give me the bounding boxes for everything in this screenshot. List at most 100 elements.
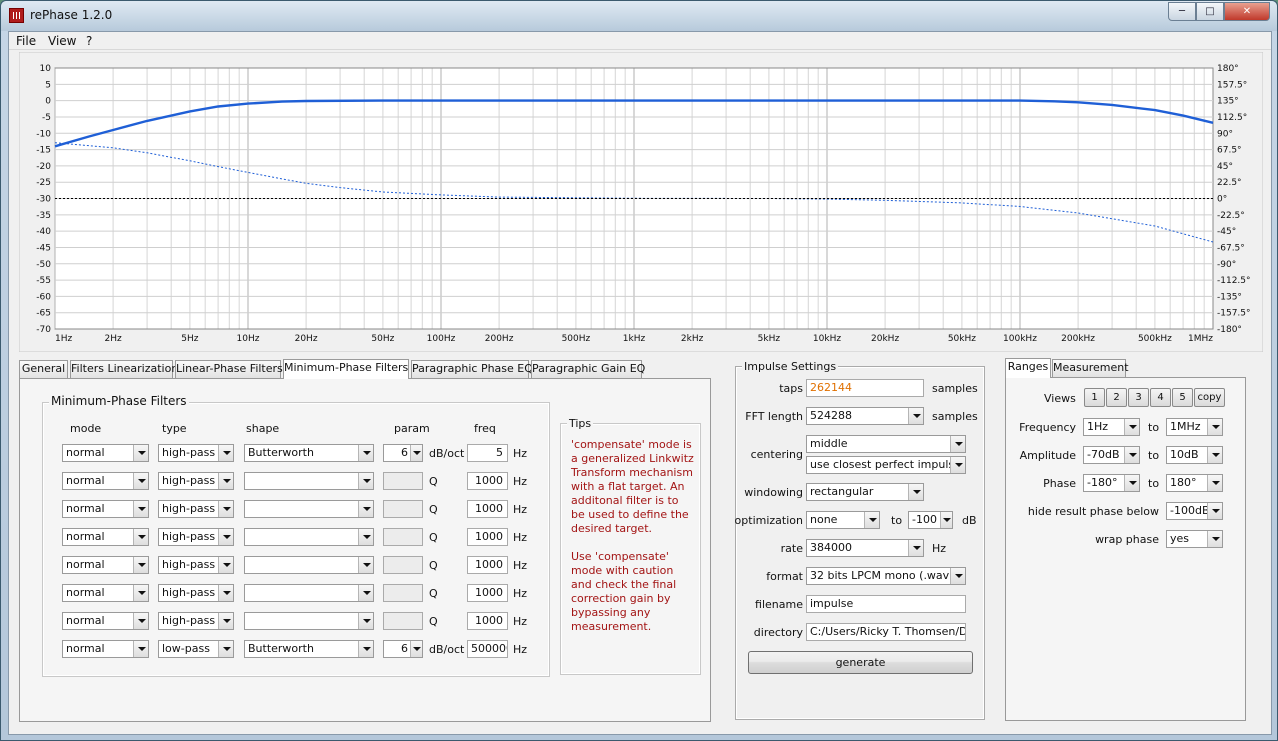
wrap-phase-select[interactable]: yes — [1166, 530, 1223, 548]
copy-button[interactable]: copy — [1194, 388, 1225, 407]
menu-bar: File View ? — [9, 32, 1271, 50]
param-field[interactable] — [383, 612, 423, 630]
centering-mode-select[interactable]: use closest perfect impulse — [806, 456, 966, 474]
hide-phase-select[interactable]: -100dB — [1166, 502, 1223, 520]
type-select[interactable]: high-pass — [158, 500, 234, 518]
optimization-unit: dB — [962, 514, 977, 527]
type-select[interactable]: high-pass — [158, 472, 234, 490]
y-left-tick-label: -55 — [36, 276, 51, 286]
title-bar[interactable]: rePhase 1.2.0 ─ □ ✕ — [1, 1, 1277, 31]
tab-measurement[interactable]: Measurement — [1052, 359, 1129, 377]
wrap-phase-label: wrap phase — [1095, 533, 1159, 546]
amplitude-to-select[interactable]: 10dB — [1166, 446, 1223, 464]
y-right-tick-label: -45° — [1217, 227, 1236, 237]
minimum-phase-panel: Minimum-Phase Filters mode type shape pa… — [19, 378, 711, 722]
view-5-button[interactable]: 5 — [1172, 388, 1193, 407]
view-2-button[interactable]: 2 — [1106, 388, 1127, 407]
response-graph[interactable]: 10 5 0 -5 -10 -15 -20 -25 -30 -35 -40 -45 -50 -55 -60 -… — [19, 52, 1263, 352]
type-select[interactable]: low-pass — [158, 640, 234, 658]
param-field[interactable] — [383, 472, 423, 490]
tab-paragraphic-gain-eq[interactable]: Paragraphic Gain EQ — [531, 360, 645, 378]
param-field[interactable] — [383, 528, 423, 546]
tab-linear-phase-filters[interactable]: Linear-Phase Filters — [175, 360, 283, 378]
shape-select[interactable] — [244, 472, 374, 490]
close-button[interactable]: ✕ — [1224, 2, 1270, 21]
param-field[interactable] — [383, 556, 423, 574]
filename-field[interactable]: impulse — [806, 595, 966, 613]
shape-select[interactable] — [244, 528, 374, 546]
maximize-button[interactable]: □ — [1196, 2, 1224, 21]
format-select[interactable]: 32 bits LPCM mono (.wav) — [806, 567, 966, 585]
type-select[interactable]: high-pass — [158, 556, 234, 574]
mode-select[interactable]: normal — [62, 472, 149, 490]
mode-select[interactable]: normal — [62, 640, 149, 658]
rate-select[interactable]: 384000 — [806, 539, 924, 557]
mode-select[interactable]: normal — [62, 528, 149, 546]
shape-select[interactable] — [244, 612, 374, 630]
freq-field[interactable]: 5 — [467, 444, 508, 462]
freq-field[interactable]: 500000 — [467, 640, 508, 658]
mode-select[interactable]: normal — [62, 500, 149, 518]
windowing-select[interactable]: rectangular — [806, 483, 924, 501]
tab-paragraphic-phase-eq[interactable]: Paragraphic Phase EQ — [411, 360, 533, 378]
frequency-to-select[interactable]: 1MHz — [1166, 418, 1223, 436]
view-1-button[interactable]: 1 — [1084, 388, 1105, 407]
type-select[interactable]: high-pass — [158, 584, 234, 602]
shape-select[interactable] — [244, 556, 374, 574]
freq-field[interactable]: 1000 — [467, 584, 508, 602]
param-spinner[interactable]: 6 — [383, 444, 423, 462]
shape-select[interactable] — [244, 584, 374, 602]
generate-button[interactable]: generate — [748, 651, 973, 674]
x-tick-label: 50Hz — [371, 334, 394, 344]
mode-select[interactable]: normal — [62, 444, 149, 462]
menu-file[interactable]: File — [16, 34, 36, 48]
freq-field[interactable]: 1000 — [467, 556, 508, 574]
menu-view[interactable]: View — [48, 34, 76, 48]
param-field[interactable] — [383, 584, 423, 602]
tab-minimum-phase-filters[interactable]: Minimum-Phase Filters — [283, 359, 409, 379]
param-unit: Q — [429, 475, 438, 488]
tips-title: Tips — [567, 417, 594, 430]
fft-length-select[interactable]: 524288 — [806, 407, 924, 425]
tab-general[interactable]: General — [19, 360, 68, 378]
type-select[interactable]: high-pass — [158, 612, 234, 630]
x-tick-label: 1Hz — [55, 334, 72, 344]
taps-field[interactable]: 262144 — [806, 379, 924, 397]
optimization-db-select[interactable]: -100 — [908, 511, 953, 529]
param-field[interactable] — [383, 500, 423, 518]
header-mode: mode — [70, 422, 102, 435]
tab-ranges[interactable]: Ranges — [1005, 358, 1051, 378]
y-right-tick-label: 90° — [1217, 129, 1233, 139]
phase-from-select[interactable]: -180° — [1083, 474, 1140, 492]
menu-help[interactable]: ? — [86, 34, 92, 48]
minimize-button[interactable]: ─ — [1168, 2, 1196, 21]
shape-select[interactable]: Butterworth — [244, 444, 374, 462]
view-4-button[interactable]: 4 — [1150, 388, 1171, 407]
view-3-button[interactable]: 3 — [1128, 388, 1149, 407]
shape-select[interactable] — [244, 500, 374, 518]
freq-field[interactable]: 1000 — [467, 612, 508, 630]
amplitude-from-select[interactable]: -70dB — [1083, 446, 1140, 464]
y-right-tick-label: 135° — [1217, 97, 1239, 107]
x-tick-label: 100Hz — [427, 334, 456, 344]
tab-filters-linearization[interactable]: Filters Linearization — [70, 360, 178, 378]
mode-select[interactable]: normal — [62, 584, 149, 602]
rate-unit: Hz — [932, 542, 947, 555]
mode-select[interactable]: normal — [62, 556, 149, 574]
type-select[interactable]: high-pass — [158, 444, 234, 462]
param-spinner[interactable]: 6 — [383, 640, 423, 658]
centering-select[interactable]: middle — [806, 435, 966, 453]
phase-to-select[interactable]: 180° — [1166, 474, 1223, 492]
frequency-from-select[interactable]: 1Hz — [1083, 418, 1140, 436]
directory-field[interactable]: C:/Users/Ricky T. Thomsen/Dow — [806, 623, 966, 641]
centering-label: centering — [750, 448, 803, 461]
optimization-select[interactable]: none — [806, 511, 880, 529]
y-left-tick-label: -40 — [36, 227, 51, 237]
freq-field[interactable]: 1000 — [467, 500, 508, 518]
freq-field[interactable]: 1000 — [467, 528, 508, 546]
type-select[interactable]: high-pass — [158, 528, 234, 546]
shape-select[interactable]: Butterworth — [244, 640, 374, 658]
y-left-tick-label: -70 — [36, 325, 51, 335]
freq-field[interactable]: 1000 — [467, 472, 508, 490]
mode-select[interactable]: normal — [62, 612, 149, 630]
